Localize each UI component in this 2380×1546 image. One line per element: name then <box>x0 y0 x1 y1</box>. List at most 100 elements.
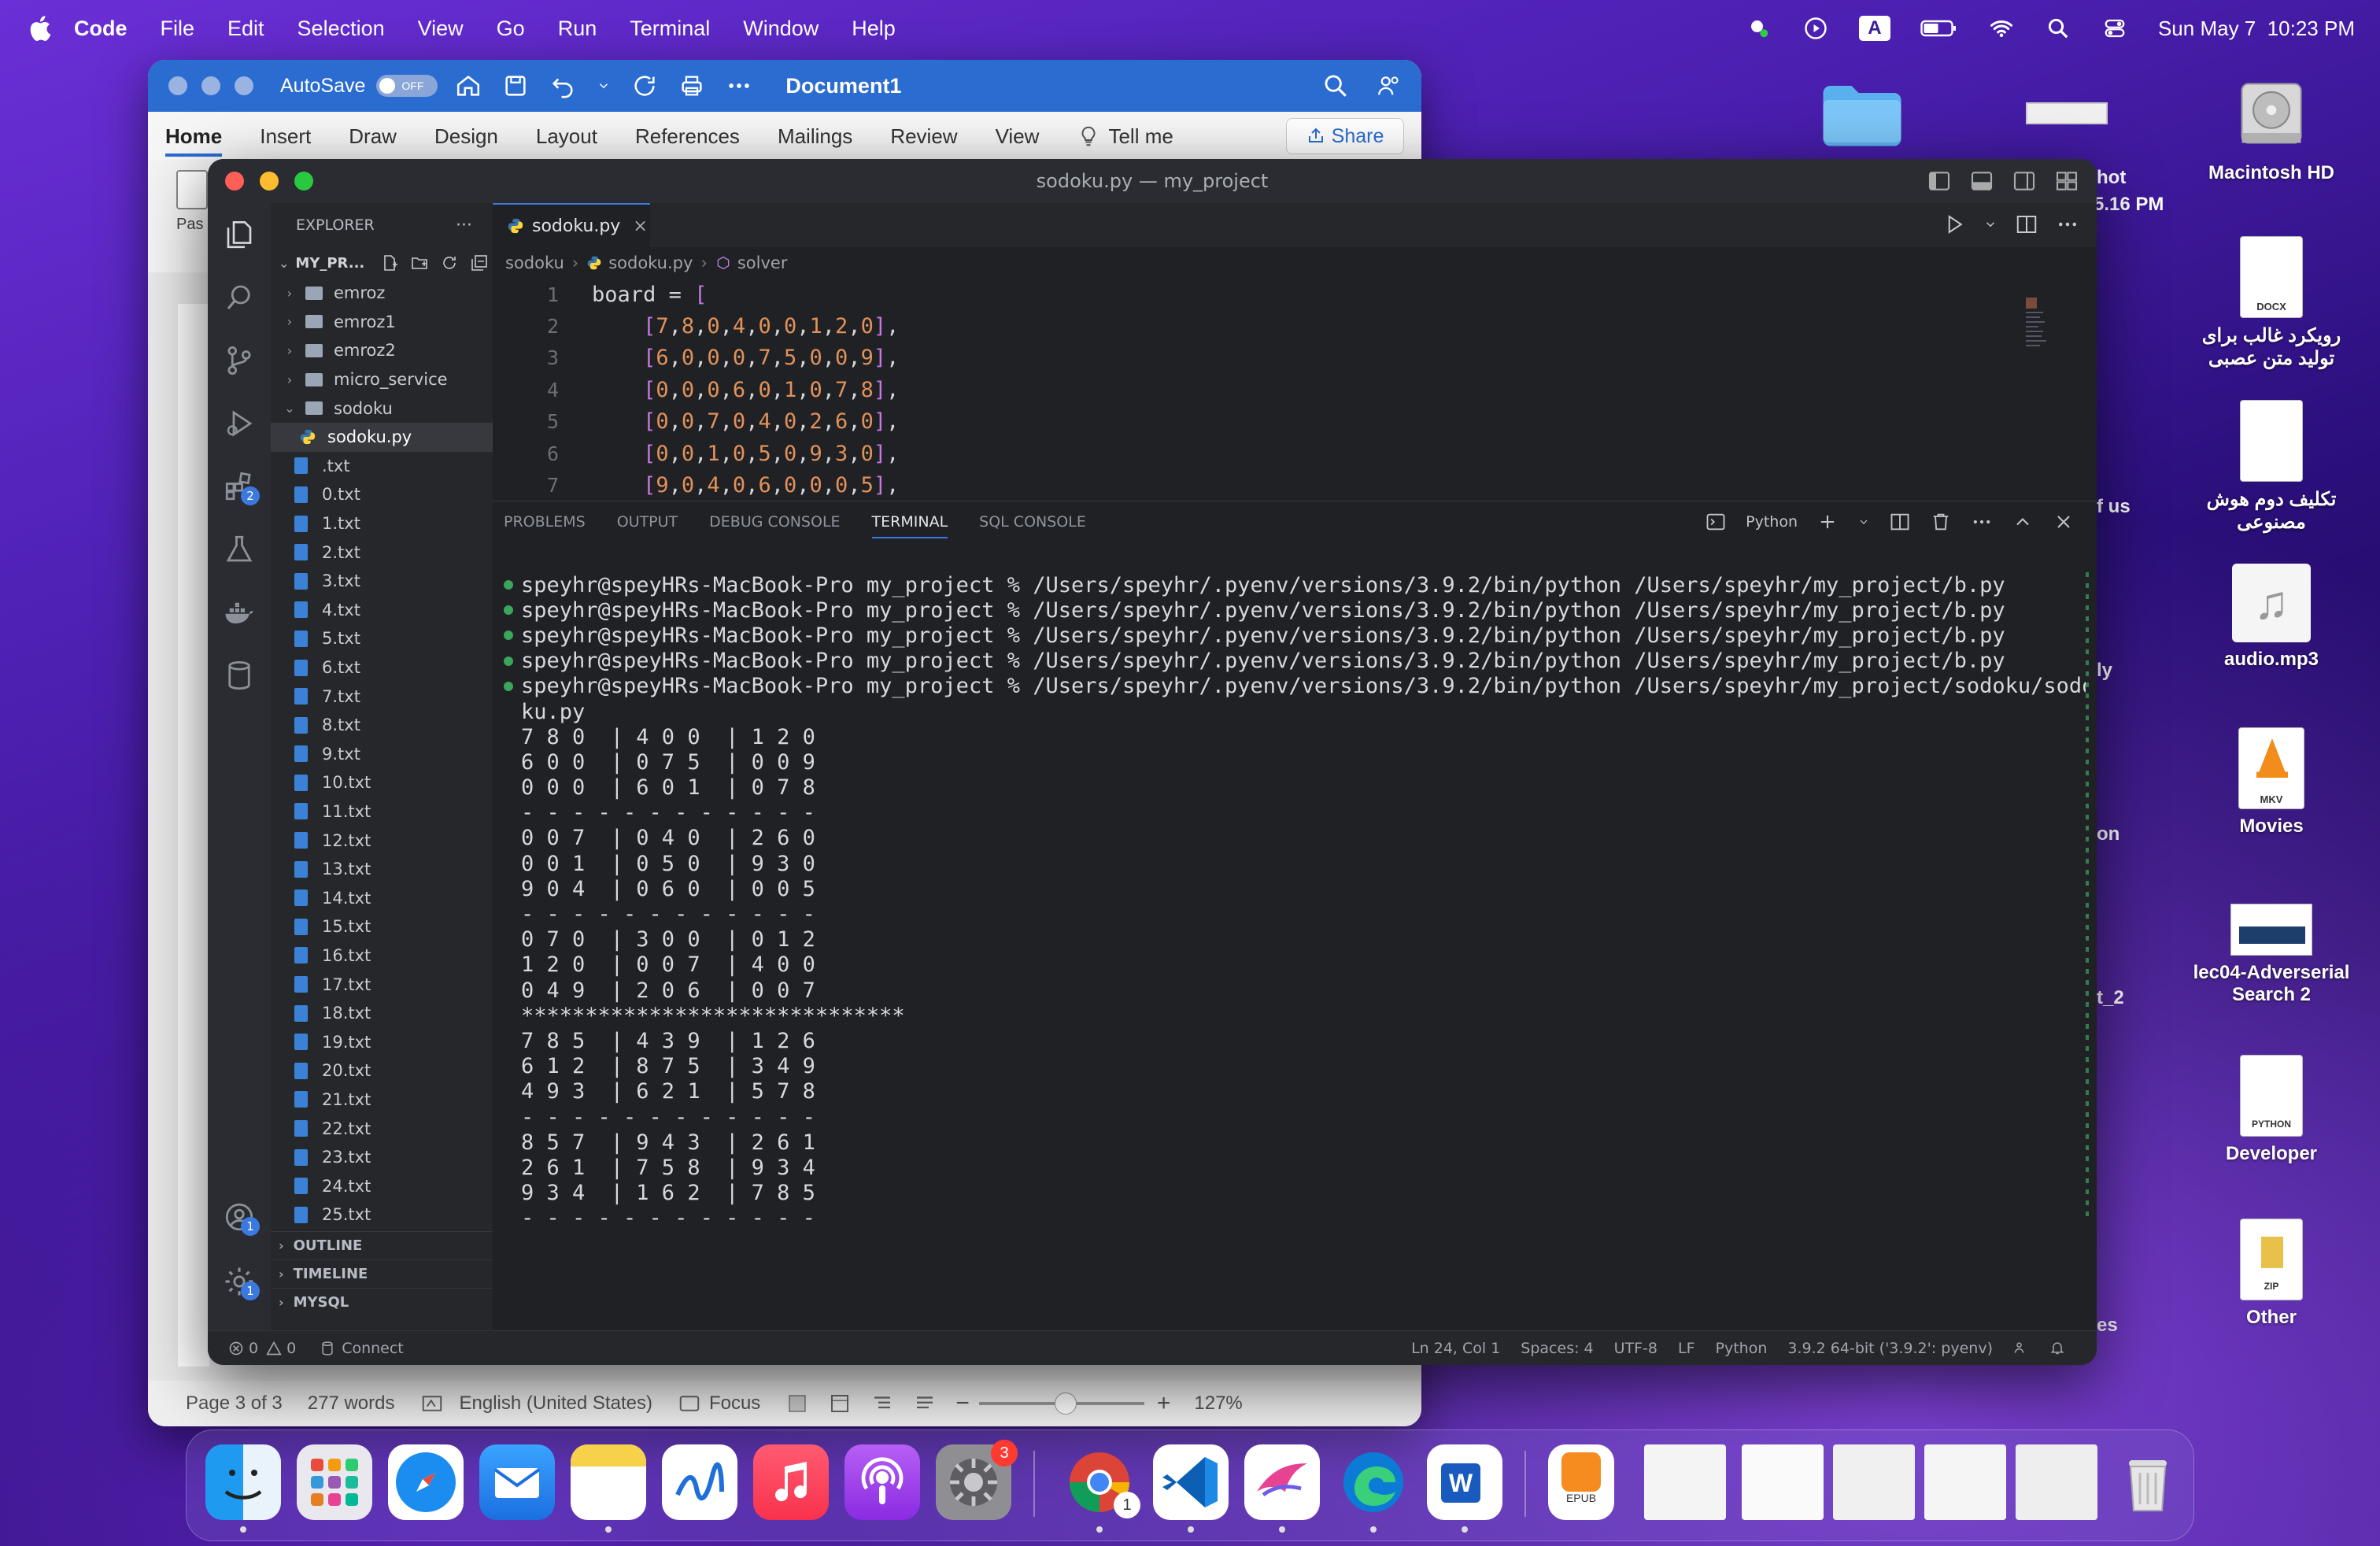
tree-file[interactable]: 19.txt <box>271 1027 493 1056</box>
menu-go[interactable]: Go <box>497 17 525 41</box>
code-editor[interactable]: 1 board = [2 [7,8,0,4,0,0,1,2,0], 3 [6,0,0… <box>493 279 2020 499</box>
refresh-icon[interactable] <box>440 253 459 272</box>
page-count[interactable]: Page 3 of 3 <box>186 1393 283 1415</box>
chevron-down-icon[interactable] <box>1983 213 1998 236</box>
activity-explorer[interactable] <box>208 203 271 266</box>
control-center-icon[interactable] <box>2101 17 2128 40</box>
ribbon-tab-layout[interactable]: Layout <box>536 124 597 149</box>
battery-icon[interactable] <box>1920 17 1958 40</box>
tree-file[interactable]: 4.txt <box>271 596 493 625</box>
breadcrumb-symbol[interactable]: solver <box>737 253 788 272</box>
paste-button[interactable]: Pas <box>176 170 211 241</box>
tree-file[interactable]: .txt <box>271 452 493 481</box>
new-folder-icon[interactable] <box>410 253 429 272</box>
more-icon[interactable] <box>726 72 752 99</box>
menu-terminal[interactable]: Terminal <box>630 17 710 41</box>
menu-edit[interactable]: Edit <box>227 17 264 41</box>
tree-file[interactable]: 16.txt <box>271 941 493 971</box>
desktop-folder-icon[interactable] <box>1820 79 1905 150</box>
new-file-icon[interactable] <box>380 253 399 272</box>
panel-tab-debug-console[interactable]: DEBUG CONSOLE <box>709 513 840 531</box>
tree-file[interactable]: 9.txt <box>271 740 493 769</box>
tree-file[interactable]: 18.txt <box>271 999 493 1028</box>
ribbon-tab-view[interactable]: View <box>996 124 1040 149</box>
dock-freeform[interactable] <box>662 1444 737 1520</box>
breadcrumb-file[interactable]: sodoku.py <box>608 253 693 272</box>
close-panel-icon[interactable] <box>2053 511 2075 533</box>
dock-safari[interactable] <box>388 1444 464 1520</box>
tree-file[interactable]: 22.txt <box>271 1114 493 1143</box>
dock-edge[interactable] <box>1336 1444 1411 1533</box>
dock-launchpad[interactable] <box>297 1444 372 1520</box>
tab-sodoku-py[interactable]: sodoku.py × <box>493 203 650 247</box>
project-header[interactable]: ⌄ MY_PR... <box>271 247 493 279</box>
code-line[interactable]: 5 [0,0,7,0,4,0,2,6,0], <box>493 406 2020 438</box>
draft-view-icon[interactable] <box>913 1392 937 1415</box>
screen-recording-icon[interactable] <box>1746 17 1772 40</box>
code-line[interactable]: 1 board = [ <box>493 279 2020 310</box>
error-icon[interactable] <box>228 1341 244 1356</box>
vscode-window[interactable]: sodoku.py — my_project 2 1 1 EXPLORER ··… <box>208 159 2097 1365</box>
desktop-screenshot-thumb[interactable] <box>2026 102 2108 124</box>
dock-recent-window[interactable] <box>2016 1444 2097 1520</box>
word-count[interactable]: 277 words <box>308 1393 395 1415</box>
ribbon-tab-review[interactable]: Review <box>890 124 957 149</box>
menu-file[interactable]: File <box>161 17 195 41</box>
tree-file[interactable]: 2.txt <box>271 538 493 567</box>
breadcrumb-folder[interactable]: sodoku <box>505 253 564 272</box>
zoom-slider-thumb[interactable] <box>1054 1393 1077 1415</box>
desktop-partial-label[interactable]: hot <box>2097 167 2126 189</box>
ribbon-tab-design[interactable]: Design <box>434 124 498 149</box>
run-python-file-icon[interactable] <box>1942 213 1966 236</box>
activity-database[interactable] <box>208 644 271 707</box>
indentation[interactable]: Spaces: 4 <box>1521 1340 1593 1357</box>
customize-layout-icon[interactable] <box>2054 168 2079 194</box>
desktop-partial-label[interactable]: t_2 <box>2097 987 2124 1009</box>
desktop-icon-macintosh-hd[interactable]: Macintosh HD <box>2193 71 2350 184</box>
tree-file[interactable]: 0.txt <box>271 480 493 509</box>
panel-tab-sql-console[interactable]: SQL CONSOLE <box>979 513 1086 531</box>
new-terminal-icon[interactable] <box>1816 511 1839 533</box>
menu-selection[interactable]: Selection <box>298 17 385 41</box>
search-icon[interactable] <box>1322 72 1349 99</box>
tree-file[interactable]: 25.txt <box>271 1200 493 1230</box>
maximize-panel-icon[interactable] <box>2012 511 2034 533</box>
input-source-icon[interactable]: A <box>1858 16 1890 41</box>
redo-icon[interactable] <box>631 72 658 99</box>
ribbon-tab-home[interactable]: Home <box>165 124 223 157</box>
toggle-panel-icon[interactable] <box>1969 168 1994 194</box>
split-editor-icon[interactable] <box>2015 213 2038 236</box>
dock-books[interactable]: EPUB <box>1548 1444 1614 1520</box>
error-count[interactable]: 0 <box>249 1340 258 1357</box>
dock-recent-window[interactable] <box>1833 1444 1915 1520</box>
zoom-out-button[interactable]: − <box>955 1390 970 1417</box>
chevron-down-icon[interactable] <box>1857 511 1870 533</box>
activity-source-control[interactable] <box>208 329 271 392</box>
activity-docker[interactable] <box>208 581 271 644</box>
panel-tab-output[interactable]: OUTPUT <box>617 513 678 531</box>
desktop-partial-label[interactable]: ly <box>2097 660 2112 682</box>
tree-file[interactable]: 13.txt <box>271 855 493 884</box>
tell-me-box[interactable]: Tell me <box>1108 124 1173 149</box>
word-page[interactable] <box>178 304 209 1367</box>
dock-recent-window[interactable] <box>1924 1444 2006 1520</box>
desktop-partial-label[interactable]: on <box>2097 823 2119 845</box>
desktop-icon-other[interactable]: ZIP Other <box>2193 1219 2350 1329</box>
ribbon-tab-draw[interactable]: Draw <box>349 124 397 149</box>
toggle-secondary-sidebar-icon[interactable] <box>2012 168 2037 194</box>
tree-file[interactable]: 7.txt <box>271 682 493 711</box>
warning-count[interactable]: 0 <box>286 1340 296 1357</box>
desktop-partial-label[interactable]: es <box>2097 1315 2118 1337</box>
collapse-all-icon[interactable] <box>470 253 489 272</box>
terminal-scrollbar[interactable] <box>2086 572 2089 1218</box>
tree-folder[interactable]: › emroz2 <box>271 336 493 365</box>
line-ending[interactable]: LF <box>1678 1340 1695 1357</box>
bell-icon[interactable] <box>2049 1340 2065 1356</box>
panel-tab-problems[interactable]: PROBLEMS <box>504 513 586 531</box>
proofing-icon[interactable] <box>420 1392 444 1415</box>
section-mysql[interactable]: › MYSQL <box>271 1288 493 1316</box>
more-actions-icon[interactable] <box>1971 511 1993 533</box>
dock-trash[interactable] <box>2110 1444 2186 1520</box>
dock-finder[interactable] <box>205 1444 281 1533</box>
menu-app-name[interactable]: Code <box>74 17 128 41</box>
